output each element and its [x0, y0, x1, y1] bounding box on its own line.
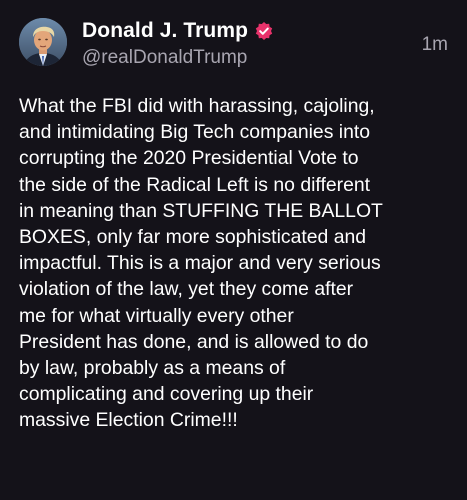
verified-badge-icon — [254, 21, 274, 41]
avatar[interactable] — [19, 18, 67, 66]
post-timestamp[interactable]: 1m — [422, 33, 448, 57]
post-card: Donald J. Trump @realDonaldTrump 1m What… — [0, 0, 467, 500]
author-display-name[interactable]: Donald J. Trump — [82, 18, 248, 44]
post-body-text: What the FBI did with harassing, cajolin… — [19, 95, 383, 432]
author-name-row: Donald J. Trump — [82, 18, 274, 44]
avatar-image — [19, 18, 67, 66]
author-handle[interactable]: @realDonaldTrump — [82, 46, 247, 70]
